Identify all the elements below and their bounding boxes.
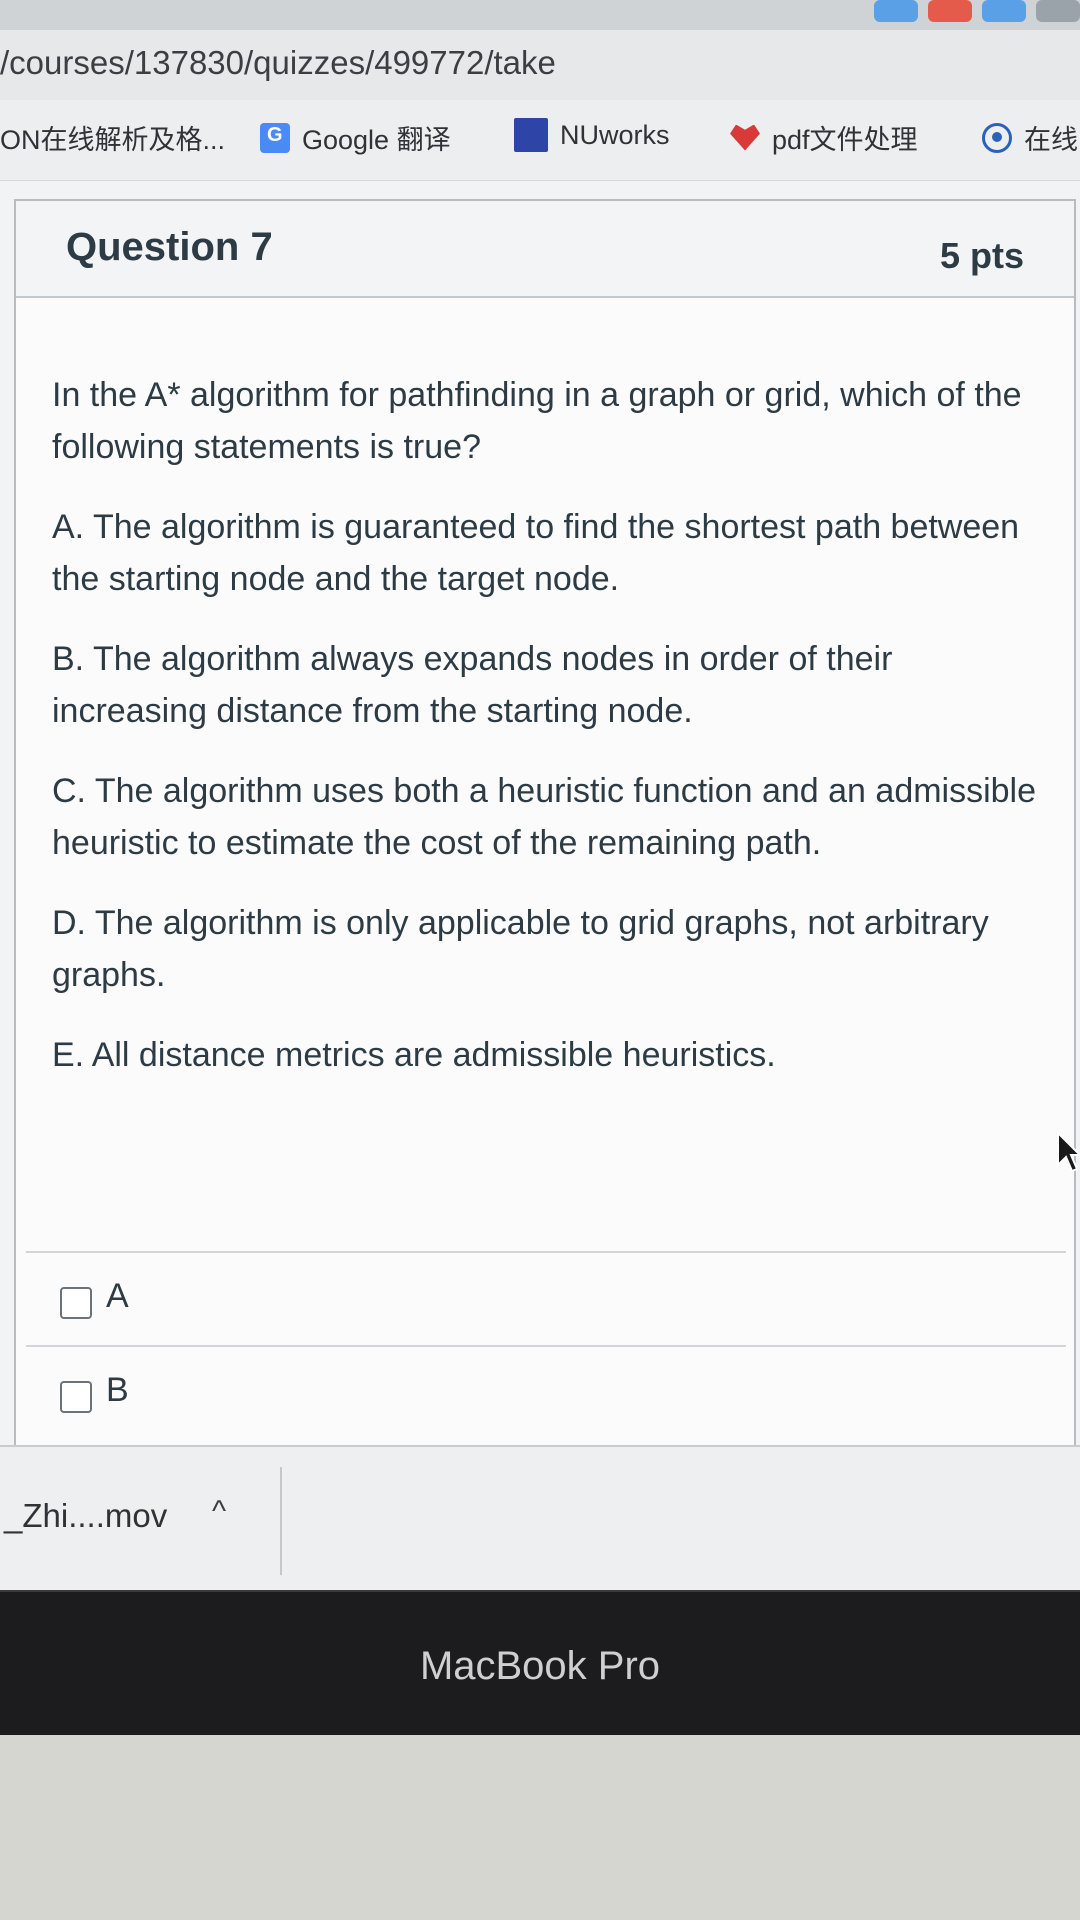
checkbox-b[interactable] — [60, 1381, 92, 1413]
divider — [280, 1467, 282, 1575]
bookmark-google-translate[interactable]: Google 翻译 — [260, 118, 451, 157]
url-text[interactable]: /courses/137830/quizzes/499772/take — [0, 44, 556, 82]
bookmark-label: 在线 — [1024, 125, 1078, 155]
laptop-base — [0, 1735, 1080, 1920]
option-text-a: A. The algorithm is guaranteed to find t… — [52, 508, 1020, 598]
download-file-name[interactable]: _Zhi....mov — [4, 1497, 167, 1535]
bookmark-label: ON在线解析及格... — [0, 125, 226, 155]
answer-list: A B — [26, 1251, 1066, 1439]
bookmark-nuworks[interactable]: NUworks — [514, 118, 670, 152]
question-header: Question 7 5 pts — [16, 201, 1074, 298]
address-bar[interactable]: /courses/137830/quizzes/499772/take — [0, 30, 1080, 101]
bookmarks-bar: ON在线解析及格... Google 翻译 NUworks pdf文件处理 在线 — [0, 100, 1080, 181]
bookmark-label: pdf文件处理 — [772, 125, 918, 155]
answer-option-b[interactable]: B — [26, 1347, 1066, 1439]
google-translate-icon — [260, 122, 290, 153]
bookmark-label: NUworks — [560, 119, 670, 150]
question-body: In the A* algorithm for pathfinding in a… — [52, 369, 1052, 1109]
extension-icon[interactable] — [982, 0, 1026, 22]
option-text-e: E. All distance metrics are admissible h… — [52, 1036, 776, 1074]
chevron-up-icon[interactable]: ^ — [212, 1495, 226, 1529]
option-text-c: C. The algorithm uses both a heuristic f… — [52, 772, 1037, 862]
extension-icon[interactable] — [1036, 0, 1080, 22]
question-title: Question 7 — [66, 225, 273, 269]
bookmark-label: Google 翻译 — [302, 125, 451, 155]
laptop-bezel: MacBook Pro — [0, 1590, 1080, 1737]
answer-label-b[interactable]: B — [106, 1371, 129, 1410]
option-text-b: B. The algorithm always expands nodes in… — [52, 640, 893, 730]
question-points: 5 pts — [939, 235, 1024, 276]
bookmark-item[interactable]: ON在线解析及格... — [0, 118, 225, 157]
answer-label-a[interactable]: A — [106, 1277, 129, 1316]
question-prompt: In the A* algorithm for pathfinding in a… — [52, 376, 1022, 466]
extension-icon[interactable] — [874, 0, 918, 22]
heart-icon — [730, 124, 760, 151]
checkbox-a[interactable] — [60, 1287, 92, 1319]
option-text-d: D. The algorithm is only applicable to g… — [52, 904, 989, 994]
nuworks-icon — [514, 118, 548, 152]
circle-icon — [982, 122, 1012, 153]
quiz-page: Question 7 5 pts In the A* algorithm for… — [0, 181, 1080, 1586]
question-card: Question 7 5 pts In the A* algorithm for… — [14, 199, 1076, 1509]
mouse-cursor-icon — [1057, 1131, 1080, 1173]
answer-option-a[interactable]: A — [26, 1253, 1066, 1345]
tab-strip — [0, 0, 1080, 30]
bookmark-online[interactable]: 在线 — [982, 118, 1078, 157]
extension-icon[interactable] — [928, 0, 972, 22]
downloads-bar: _Zhi....mov ^ — [0, 1445, 1080, 1592]
device-label: MacBook Pro — [419, 1644, 661, 1688]
bookmark-pdf[interactable]: pdf文件处理 — [730, 118, 918, 157]
